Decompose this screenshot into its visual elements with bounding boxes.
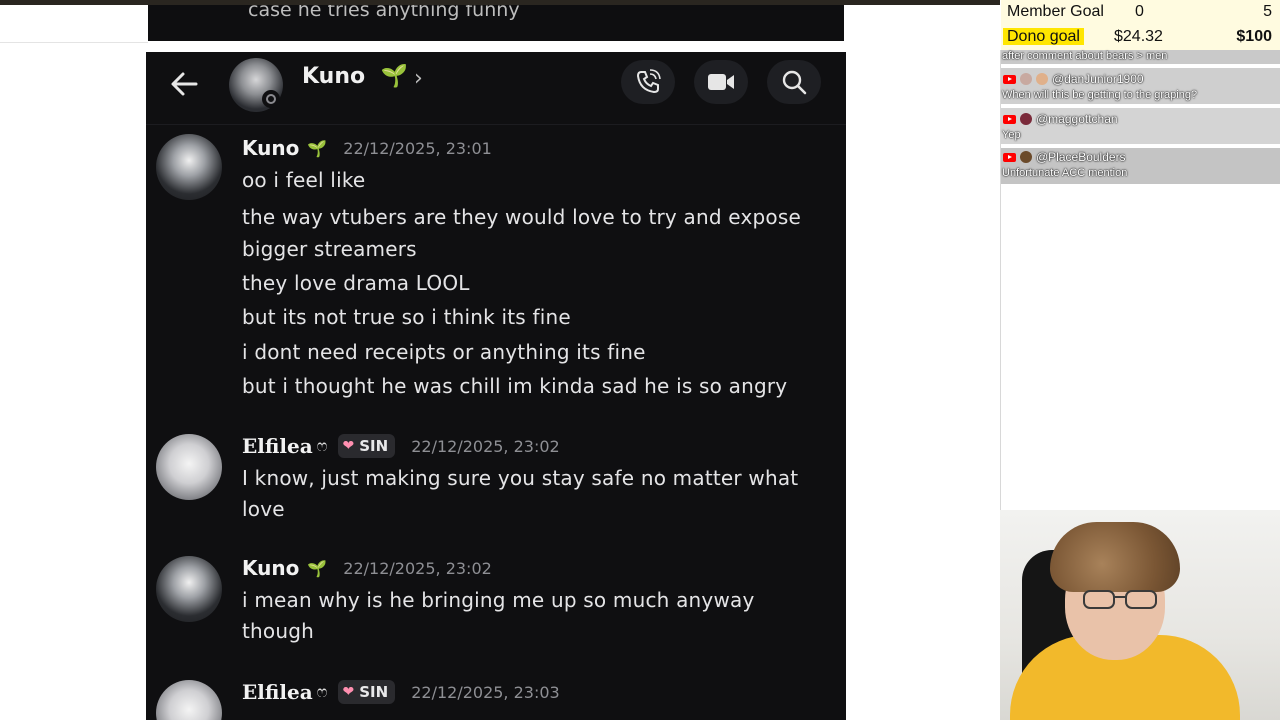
dm-chat-panel: Kuno 🌱 › Kuno 🌱 22/12/2025, 23:01 oo i f…	[146, 52, 846, 720]
chat-user: @danJunior1900	[1003, 72, 1144, 86]
avatar[interactable]	[156, 556, 222, 622]
timestamp: 22/12/2025, 23:02	[411, 436, 560, 456]
chat-avatar	[1020, 73, 1032, 85]
goals-overlay: Member Goal 0 5 Dono goal $24.32 $100	[1001, 0, 1280, 50]
header-username[interactable]: Kuno 🌱	[302, 64, 408, 89]
member-goal: Member Goal 0 5	[1001, 0, 1280, 25]
avatar[interactable]	[156, 134, 222, 200]
member-goal-label: Member Goal	[1007, 3, 1104, 20]
message-line: the way vtubers are they would love to t…	[242, 205, 801, 229]
glasses-icon	[1083, 590, 1157, 609]
sprout-icon: 🌱	[380, 64, 409, 89]
username[interactable]: Elfilea	[242, 434, 313, 458]
message-line: oo i feel like	[242, 168, 366, 192]
heart-icon: ❤	[342, 684, 355, 700]
message-header: Kuno 🌱 22/12/2025, 23:01	[242, 136, 492, 160]
message-line: bigger streamers	[242, 237, 417, 261]
message-line: they love drama LOOL	[242, 271, 470, 295]
call-icon	[636, 69, 661, 94]
status-indicator	[262, 90, 280, 108]
role-tag: ❤ SIN	[337, 680, 396, 704]
role-tag-label: SIN	[359, 683, 389, 701]
chat-message: @PlaceBoulders Unfortunate ACC mention	[1001, 148, 1280, 184]
chat-message: @maggottchan Yep	[1001, 108, 1280, 144]
chat-badge	[1036, 73, 1048, 85]
member-goal-target: 5	[1263, 3, 1272, 20]
sprout-icon: 🌱	[307, 558, 328, 578]
message-line: though	[242, 619, 315, 643]
chat-message: @danJunior1900 When will this be getting…	[1001, 68, 1280, 104]
username[interactable]: Elfilea	[242, 680, 313, 704]
youtube-icon	[1003, 152, 1016, 162]
webcam-feed	[1000, 510, 1280, 720]
youtube-icon	[1003, 114, 1016, 124]
role-tag: ❤ SIN	[337, 434, 396, 458]
role-tag-label: SIN	[359, 437, 389, 455]
back-arrow-icon[interactable]	[166, 66, 202, 102]
chat-text: Yep	[1002, 129, 1021, 141]
dono-goal-target: $100	[1236, 28, 1272, 45]
streamer-hair	[1050, 522, 1180, 592]
chat-user: @PlaceBoulders	[1003, 150, 1126, 164]
avatar[interactable]	[156, 680, 222, 720]
sprout-icon: 🌱	[307, 138, 328, 158]
chat-user: @maggottchan	[1003, 112, 1118, 126]
username[interactable]: Kuno	[242, 556, 299, 580]
chat-text: Unfortunate ACC mention	[1002, 167, 1128, 179]
chat-username: @maggottchan	[1036, 112, 1118, 126]
member-goal-current: 0	[1135, 3, 1144, 20]
youtube-icon	[1003, 74, 1016, 84]
divider	[0, 42, 148, 43]
username[interactable]: Kuno	[242, 136, 299, 160]
dono-goal: Dono goal $24.32 $100	[1001, 25, 1280, 50]
video-call-button[interactable]	[694, 60, 748, 104]
previous-screenshot-text: case he tries anything funny	[248, 5, 520, 21]
message-line: but i thought he was chill im kinda sad …	[242, 374, 788, 398]
search-button[interactable]	[767, 60, 821, 104]
header-name-text: Kuno	[302, 64, 366, 89]
call-button[interactable]	[621, 60, 675, 104]
live-chat-overlay: after comment about bears > men @danJuni…	[1000, 50, 1280, 510]
dono-goal-current: $24.32	[1114, 28, 1163, 45]
chat-username: @PlaceBoulders	[1036, 150, 1126, 164]
dono-goal-label: Dono goal	[1003, 28, 1084, 45]
message-line: i dont need receipts or anything its fin…	[242, 340, 646, 364]
chat-avatar	[1020, 151, 1032, 163]
message-line: love	[242, 497, 285, 521]
message-line: i mean why is he bringing me up so much …	[242, 588, 755, 612]
timestamp: 22/12/2025, 23:01	[343, 138, 492, 158]
message-line: but its not true so i think its fine	[242, 305, 571, 329]
chat-text: When will this be getting to the graping…	[1002, 89, 1198, 101]
chat-message: after comment about bears > men	[1001, 50, 1280, 64]
video-icon	[708, 74, 734, 90]
message-line: I know, just making sure you stay safe n…	[242, 466, 799, 490]
user-emoji: ෆ	[316, 682, 328, 701]
heart-icon: ❤	[342, 438, 355, 454]
chat-header: Kuno 🌱 ›	[146, 52, 846, 125]
chat-text: after comment about bears > men	[1002, 50, 1168, 62]
timestamp: 22/12/2025, 23:03	[411, 682, 560, 702]
search-icon	[782, 70, 807, 95]
message-header: Elfilea ෆ ❤ SIN 22/12/2025, 23:03	[242, 680, 560, 704]
message-header: Kuno 🌱 22/12/2025, 23:02	[242, 556, 492, 580]
chevron-right-icon[interactable]: ›	[414, 66, 423, 91]
chat-username: @danJunior1900	[1052, 72, 1144, 86]
timestamp: 22/12/2025, 23:02	[343, 558, 492, 578]
avatar[interactable]	[156, 434, 222, 500]
message-header: Elfilea ෆ ❤ SIN 22/12/2025, 23:02	[242, 434, 560, 458]
chat-avatar	[1020, 113, 1032, 125]
user-emoji: ෆ	[316, 436, 328, 455]
previous-screenshot: case he tries anything funny	[148, 5, 844, 41]
